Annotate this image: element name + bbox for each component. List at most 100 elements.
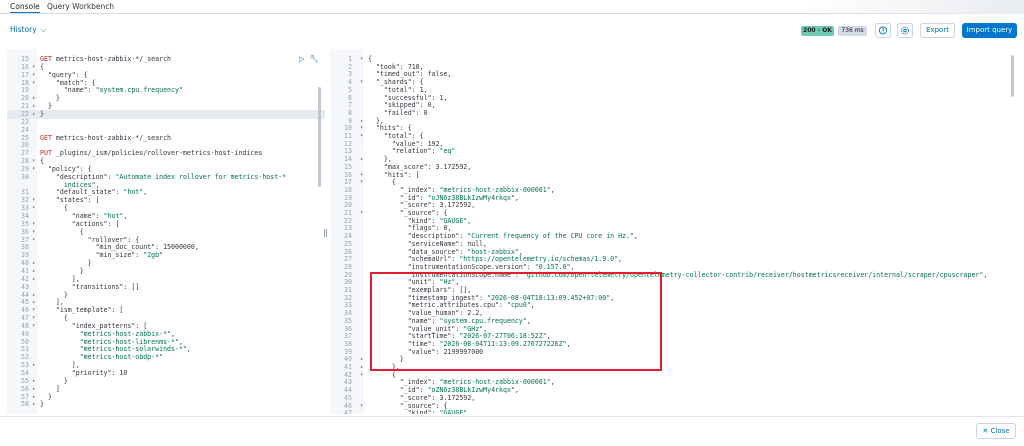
code-token: ], xyxy=(40,298,64,307)
line-number: 58 xyxy=(21,400,29,409)
code-token: "priority" xyxy=(40,369,112,377)
history-label: History xyxy=(10,25,37,34)
code-token: ], xyxy=(40,361,80,370)
code-token: "metrics-host-librenms-*" xyxy=(40,337,179,346)
gear-icon xyxy=(901,26,909,35)
code-token: "transitions" xyxy=(40,282,124,291)
code-token: "default_state" xyxy=(40,188,116,197)
code-token: } xyxy=(40,109,44,118)
help-icon xyxy=(878,26,888,35)
code-token: , xyxy=(95,180,100,189)
code-token: , xyxy=(467,409,472,414)
code-token: , xyxy=(178,337,183,346)
code-token: "states" xyxy=(40,196,88,205)
code-token: , xyxy=(171,329,175,338)
code-token: GET xyxy=(40,133,56,142)
code-token: } xyxy=(40,290,68,299)
top-tab-bar: Console Query Workbench xyxy=(0,0,1024,14)
code-text: "kind": "GAUGE", xyxy=(368,409,472,414)
pane-resize-handle[interactable] xyxy=(324,229,327,237)
history-dropdown[interactable]: History ⌵ xyxy=(10,25,46,35)
code-token: : { xyxy=(79,164,92,173)
close-label: Close xyxy=(990,427,1010,435)
code-token: } xyxy=(40,376,68,385)
code-token: "hot" xyxy=(103,212,124,220)
request-editor-scrollbar[interactable] xyxy=(318,87,321,187)
help-button[interactable] xyxy=(875,23,891,38)
code-token: , xyxy=(123,212,128,220)
code-token: "Automate index rollover for metrics-hos… xyxy=(115,172,287,181)
code-token: "GAUGE" xyxy=(439,409,468,414)
code-token: } xyxy=(40,94,60,103)
code-token: "system.cpu.frequency" xyxy=(95,86,183,95)
code-token: : [ xyxy=(107,219,120,228)
code-token: "query" xyxy=(40,70,76,79)
code-token: 15000000 xyxy=(163,243,195,252)
code-token: ] xyxy=(40,384,60,393)
code-token: "ism_template" xyxy=(40,306,112,315)
close-button[interactable]: ✕ Close xyxy=(976,423,1016,439)
footer-divider xyxy=(0,416,1024,417)
code-token: "rollover" xyxy=(40,235,128,244)
code-token: : [ xyxy=(135,321,148,330)
code-token: : [ xyxy=(111,306,124,315)
code-token: PUT xyxy=(40,149,56,158)
code-token: } xyxy=(40,392,52,401)
code-token: "2gb" xyxy=(143,251,164,260)
status-badge: 200 - OK xyxy=(801,26,834,36)
tab-console[interactable]: Console xyxy=(10,2,40,13)
code-token: : [] xyxy=(123,282,140,291)
code-token: : xyxy=(87,86,96,95)
code-token: { xyxy=(40,62,44,71)
code-text: } xyxy=(40,400,44,409)
code-token: { xyxy=(40,157,44,166)
chevron-down-icon: ⌵ xyxy=(40,25,47,34)
code-token: } xyxy=(40,400,44,409)
code-token: 10 xyxy=(119,369,128,377)
code-token: ], xyxy=(40,274,80,283)
code-line: 47 "kind": "GAUGE", xyxy=(330,409,1016,414)
close-icon: ✕ xyxy=(982,427,989,435)
request-actions: ▷ 🔧︎ xyxy=(299,55,319,63)
code-token: } xyxy=(40,266,84,275)
code-token: "metrics-host-obdp-*" xyxy=(40,353,164,362)
code-token: "name" xyxy=(40,86,88,95)
code-token: : [ xyxy=(87,196,100,205)
code-token: "min_size" xyxy=(40,251,136,260)
code-token: "policy" xyxy=(40,164,80,173)
import-query-button[interactable]: Import query xyxy=(962,23,1017,38)
code-token: } xyxy=(40,259,92,268)
wrench-icon[interactable]: 🔧︎ xyxy=(310,55,319,63)
request-editor[interactable]: 15 GET metrics-host-zabbix-*/_search 16 ▾{1… xyxy=(7,49,325,414)
code-token: GET xyxy=(40,55,56,63)
code-line: 58 ▴} xyxy=(7,400,325,409)
settings-button[interactable] xyxy=(897,23,913,38)
response-time-badge: 736 ms xyxy=(838,26,867,36)
code-token: "metrics-host-zabbix-*" xyxy=(40,329,172,338)
code-token: : { xyxy=(83,78,96,87)
code-token: "match" xyxy=(40,78,84,87)
code-token: : { xyxy=(75,70,88,79)
highlight-annotation-box xyxy=(370,272,662,371)
code-token: metrics-host-zabbix-*/_search xyxy=(55,133,172,142)
code-token: : xyxy=(155,243,164,252)
code-token: "actions" xyxy=(40,219,108,228)
code-token: "name" xyxy=(40,212,96,220)
play-icon[interactable]: ▷ xyxy=(299,55,304,63)
code-token: , xyxy=(143,188,148,197)
code-token: "description" xyxy=(40,172,108,181)
response-viewer-scrollbar[interactable] xyxy=(1011,55,1014,97)
code-token: _plugins/_ism/policies/rollover-metrics-… xyxy=(55,149,263,158)
code-token: { xyxy=(40,227,84,236)
fold-close-icon[interactable]: ▴ xyxy=(32,400,35,409)
tab-query-workbench[interactable]: Query Workbench xyxy=(47,2,114,11)
code-token: { xyxy=(40,314,68,323)
code-token: "hot" xyxy=(123,188,144,197)
export-button[interactable]: Export xyxy=(920,23,955,38)
line-number: 47 xyxy=(344,409,352,414)
code-token: } xyxy=(40,102,52,111)
code-token: : { xyxy=(127,235,140,244)
code-token: metrics-host-zabbix-*/_search xyxy=(55,55,172,63)
code-token: "min_doc_count" xyxy=(40,243,156,252)
code-token: { xyxy=(40,204,68,213)
